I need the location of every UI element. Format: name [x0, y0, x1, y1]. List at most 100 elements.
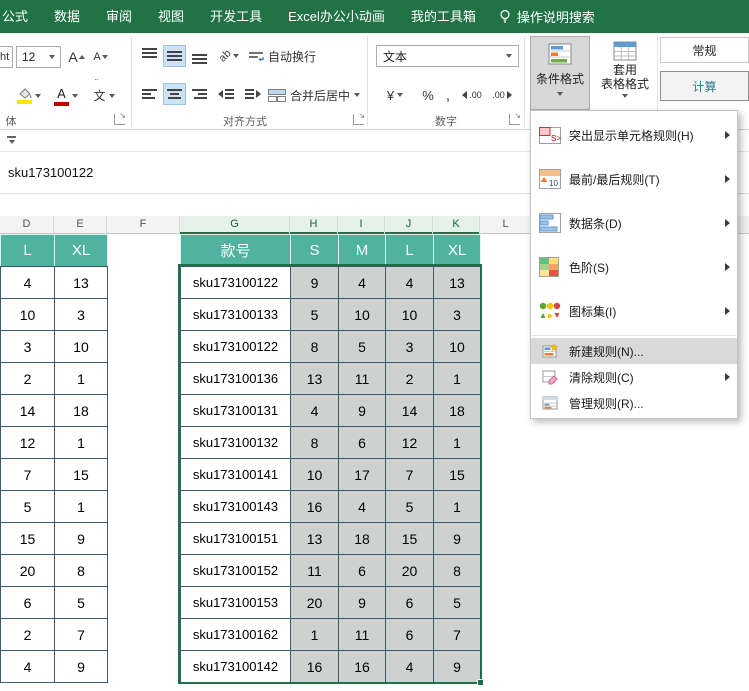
cell[interactable]: 9 [434, 651, 481, 683]
orientation-button[interactable]: ab [214, 45, 244, 67]
format-as-table-button[interactable]: 套用 表格格式 [594, 36, 656, 110]
main-table-header-cell[interactable]: M [339, 235, 386, 267]
cell[interactable]: 5 [1, 491, 55, 523]
column-header-L[interactable]: L [480, 216, 532, 234]
cell[interactable]: 4 [1, 651, 55, 683]
cell[interactable]: 13 [291, 523, 339, 555]
cell[interactable]: 6 [1, 587, 55, 619]
cell[interactable]: 10 [291, 459, 339, 491]
align-right-button[interactable] [188, 83, 211, 105]
cell[interactable]: 1 [55, 363, 108, 395]
cell[interactable]: 14 [386, 395, 434, 427]
cell[interactable]: 14 [1, 395, 55, 427]
cell[interactable]: 8 [291, 331, 339, 363]
sku-cell[interactable]: sku173100142 [181, 651, 291, 683]
cell[interactable]: 16 [339, 651, 386, 683]
cell[interactable]: 5 [386, 491, 434, 523]
menu-item-color-scales[interactable]: 色阶(S) [531, 245, 737, 289]
accounting-format-button[interactable]: ¥ [378, 83, 412, 107]
cell[interactable]: 4 [1, 267, 55, 299]
left-table-header-cell[interactable]: L [1, 235, 55, 267]
cell[interactable]: 5 [339, 331, 386, 363]
cell[interactable]: 1 [55, 427, 108, 459]
alignment-dialog-launcher[interactable] [353, 114, 364, 125]
cell[interactable]: 18 [434, 395, 481, 427]
cell[interactable]: 5 [55, 587, 108, 619]
menu-item-data-bars[interactable]: 数据条(D) [531, 201, 737, 245]
font-size-box[interactable]: 12 [16, 46, 61, 68]
main-table-header-cell[interactable]: 款号 [181, 235, 291, 267]
cell[interactable]: 9 [434, 523, 481, 555]
main-table-header-cell[interactable]: S [291, 235, 339, 267]
cell-style-normal[interactable]: 常规 [660, 37, 749, 63]
wrap-text-button[interactable]: 自动换行 [248, 44, 316, 68]
cell[interactable]: 2 [1, 363, 55, 395]
cell[interactable]: 7 [55, 619, 108, 651]
fill-handle[interactable] [477, 679, 484, 686]
cell[interactable]: 8 [55, 555, 108, 587]
align-top-button[interactable] [138, 45, 161, 67]
column-header-E[interactable]: E [54, 216, 107, 234]
sku-cell[interactable]: sku173100162 [181, 619, 291, 651]
menu-item-highlight-cells-rules[interactable]: S> 突出显示单元格规则(H) [531, 113, 737, 157]
tell-me-search[interactable]: 操作说明搜索 [499, 0, 595, 33]
sku-cell[interactable]: sku173100132 [181, 427, 291, 459]
sku-cell[interactable]: sku173100131 [181, 395, 291, 427]
menu-item-top-bottom-rules[interactable]: 10 最前/最后规则(T) [531, 157, 737, 201]
cell[interactable]: 1 [55, 491, 108, 523]
menu-item-new-rule[interactable]: 新建规则(N)... [531, 338, 737, 364]
align-bottom-button[interactable] [188, 45, 211, 67]
sku-cell[interactable]: sku173100152 [181, 555, 291, 587]
cell[interactable]: 3 [434, 299, 481, 331]
sku-cell[interactable]: sku173100153 [181, 587, 291, 619]
cell[interactable]: 12 [386, 427, 434, 459]
align-left-button[interactable] [138, 83, 161, 105]
merge-center-button[interactable]: 合并后居中 [268, 83, 360, 107]
sku-cell[interactable]: sku173100151 [181, 523, 291, 555]
tab-excel-animation-addin[interactable]: Excel办公小动画 [275, 0, 398, 33]
cell[interactable]: 10 [386, 299, 434, 331]
main-table-header-cell[interactable]: XL [434, 235, 481, 267]
column-header-G[interactable]: G [180, 216, 290, 234]
column-header-F[interactable]: F [107, 216, 180, 234]
column-header-I[interactable]: I [338, 216, 385, 234]
grow-font-button[interactable]: A [65, 46, 88, 68]
tab-view[interactable]: 视图 [145, 0, 197, 33]
cell[interactable]: 20 [291, 587, 339, 619]
increase-decimal-button[interactable]: .00 [458, 85, 486, 105]
cell-style-calculation[interactable]: 计算 [660, 71, 749, 101]
active-cell[interactable]: sku173100122 [181, 267, 291, 299]
cell[interactable]: 7 [1, 459, 55, 491]
cell[interactable]: 13 [55, 267, 108, 299]
cell[interactable]: 5 [434, 587, 481, 619]
sku-cell[interactable]: sku173100133 [181, 299, 291, 331]
cell[interactable]: 16 [291, 491, 339, 523]
cell[interactable]: 7 [434, 619, 481, 651]
font-name-box-fragment[interactable]: ht [0, 46, 13, 68]
cell[interactable]: 20 [386, 555, 434, 587]
cell[interactable]: 5 [291, 299, 339, 331]
cell[interactable]: 4 [291, 395, 339, 427]
quick-access-dropdown-icon[interactable] [7, 136, 16, 144]
cell[interactable]: 2 [386, 363, 434, 395]
cell[interactable]: 15 [55, 459, 108, 491]
cell[interactable]: 1 [291, 619, 339, 651]
conditional-formatting-button[interactable]: 条件格式 [530, 36, 590, 110]
cell[interactable]: 3 [1, 331, 55, 363]
cell[interactable]: 4 [339, 267, 386, 299]
cell[interactable]: 11 [291, 555, 339, 587]
column-header-J[interactable]: J [385, 216, 433, 234]
cell[interactable]: 17 [339, 459, 386, 491]
cell[interactable]: 1 [434, 491, 481, 523]
cell[interactable]: 6 [339, 555, 386, 587]
cell[interactable]: 13 [291, 363, 339, 395]
column-header-H[interactable]: H [290, 216, 338, 234]
cell[interactable]: 1 [434, 427, 481, 459]
font-dialog-launcher[interactable] [114, 114, 125, 125]
cell[interactable]: 18 [55, 395, 108, 427]
percent-style-button[interactable]: % [418, 83, 438, 107]
font-color-button[interactable]: A [50, 83, 82, 108]
cell[interactable]: 15 [434, 459, 481, 491]
tab-formulas[interactable]: 公式 [0, 0, 41, 33]
cell[interactable]: 4 [386, 651, 434, 683]
